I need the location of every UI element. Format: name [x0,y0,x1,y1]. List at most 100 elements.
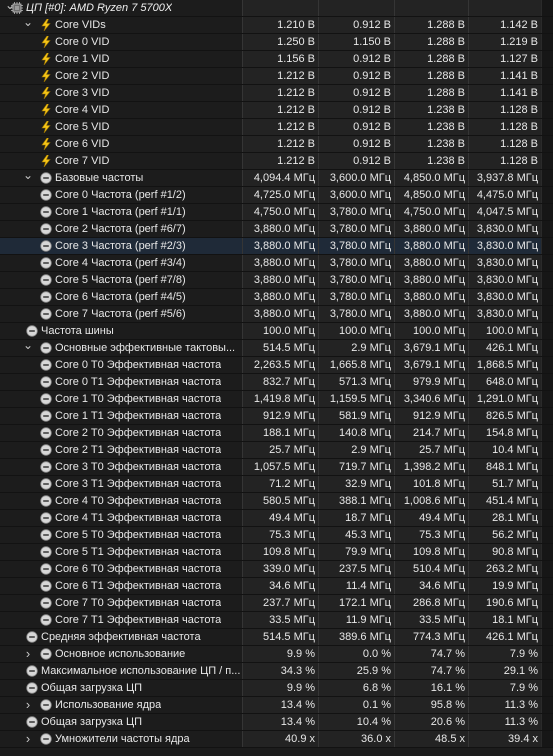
sensor-label: Core 2 Частота (perf #6/7) [55,223,186,235]
sensor-row[interactable]: Core 1 VID 1.156 В 0.912 В 1.288 В 1.127 В [0,51,553,68]
sensor-row[interactable]: Core 4 Частота (perf #3/4) 3,880.0 МГц 3,7… [0,255,553,272]
scroll-gutter [541,340,553,356]
sensor-row[interactable]: › Основное использование 9.9 % 0.0 % 74.7 % 7… [0,646,553,663]
sensor-row[interactable]: Core 3 T1 Эффективная частота 71.2 МГц 32.… [0,476,553,493]
avg-value: 1.127 В [468,51,541,67]
sensor-row[interactable]: Core 1 T1 Эффективная частота 912.9 МГц 58… [0,408,553,425]
sensor-name-cell: Core 2 T1 Эффективная частота [0,442,242,458]
sensor-row[interactable]: Core 0 Частота (perf #1/2) 4,725.0 МГц 3,6… [0,187,553,204]
sensor-clock-icon [40,495,52,507]
chevron-down-icon[interactable]: ⌄ [22,340,34,356]
scroll-gutter [541,306,553,322]
sensor-row[interactable]: Core 7 T1 Эффективная частота 33.5 МГц 11.… [0,612,553,629]
scroll-gutter [541,629,553,645]
sensor-row[interactable]: Core 5 T0 Эффективная частота 75.3 МГц 45.… [0,527,553,544]
min-value: 0.912 В [318,68,394,84]
sensor-row[interactable]: Core 4 T1 Эффективная частота 49.4 МГц 18.… [0,510,553,527]
scroll-gutter [541,442,553,458]
sensor-row[interactable]: Core 1 T0 Эффективная частота 1,419.8 МГц… [0,391,553,408]
sensor-row[interactable]: Core 3 VID 1.212 В 0.912 В 1.288 В 1.141 В [0,85,553,102]
max-value: 74.7 % [394,646,468,662]
current-value: 514.5 МГц [242,629,318,645]
sensor-row[interactable]: Core 0 T1 Эффективная частота 832.7 МГц 57… [0,374,553,391]
scroll-gutter [541,561,553,577]
sensor-name-cell: Core 5 Частота (perf #7/8) [0,272,242,288]
sensor-name-cell: Core 3 T0 Эффективная частота [0,459,242,475]
sensor-row[interactable]: Core 5 T1 Эффективная частота 109.8 МГц 79… [0,544,553,561]
sensor-row[interactable]: Core 2 VID 1.212 В 0.912 В 1.288 В 1.141 В [0,68,553,85]
sensor-row[interactable]: Core 7 VID 1.212 В 0.912 В 1.238 В 1.128 В [0,153,553,170]
chevron-right-icon[interactable]: › [22,731,34,747]
min-value: 32.9 МГц [318,476,394,492]
sensor-row[interactable]: Core 4 T0 Эффективная частота 580.5 МГц 38… [0,493,553,510]
sensor-label: Основное использование [55,648,186,660]
sensor-row[interactable]: Core 7 Частота (perf #5/6) 3,880.0 МГц 3,7… [0,306,553,323]
sensor-row[interactable]: Core 0 VID 1.250 В 1.150 В 1.288 В 1.219 В [0,34,553,51]
min-value: 3,780.0 МГц [318,289,394,305]
sensor-name-cell: Core 5 T0 Эффективная частота [0,527,242,543]
sensor-row[interactable]: Core 6 T1 Эффективная частота 34.6 МГц 11.… [0,578,553,595]
min-value: 79.9 МГц [318,544,394,560]
sensor-clock-icon [40,206,52,218]
sensor-row[interactable]: Core 3 Частота (perf #2/3) 3,880.0 МГц 3,7… [0,238,553,255]
chevron-right-icon[interactable]: › [22,646,34,662]
scroll-gutter [541,289,553,305]
sensor-row[interactable]: Общая загрузка ЦП 13.4 % 10.4 % 20.6 % 11.3 … [0,714,553,731]
sensor-row[interactable]: Core 5 Частота (perf #7/8) 3,880.0 МГц 3,7… [0,272,553,289]
min-value: 45.3 МГц [318,527,394,543]
sensor-clock-icon [40,359,52,371]
max-value: 3,679.1 МГц [394,340,468,356]
current-value: 4,094.4 МГц [242,170,318,186]
sensor-row[interactable]: Максимальное использование ЦП / п... 34.3… [0,663,553,680]
max-value: 20.6 % [394,714,468,730]
sensor-row[interactable]: Core 6 VID 1.212 В 0.912 В 1.238 В 1.128 В [0,136,553,153]
min-value: 3,600.0 МГц [318,187,394,203]
sensor-row[interactable]: Core 2 T1 Эффективная частота 25.7 МГц 2.9… [0,442,553,459]
sensor-clock-icon [40,597,52,609]
sensor-row[interactable]: Core 1 Частота (perf #1/1) 4,750.0 МГц 3,7… [0,204,553,221]
sensor-row[interactable]: Core 3 T0 Эффективная частота 1,057.5 МГц… [0,459,553,476]
min-value: 389.6 МГц [318,629,394,645]
voltage-bolt-icon [40,121,52,133]
sensor-name-cell: Core 1 VID [0,51,242,67]
sensor-row[interactable]: Core 6 T0 Эффективная частота 339.0 МГц 23… [0,561,553,578]
chevron-right-icon[interactable]: › [22,697,34,713]
sensor-row[interactable]: Общая загрузка ЦП 9.9 % 6.8 % 16.1 % 7.9 % [0,680,553,697]
sensor-row[interactable]: › Использование ядра 13.4 % 0.1 % 95.8 % 11.3… [0,697,553,714]
scroll-gutter [541,476,553,492]
min-value: 0.0 % [318,646,394,662]
sensor-name-cell: Общая загрузка ЦП [0,680,242,696]
sensor-row[interactable]: Core 4 VID 1.212 В 0.912 В 1.238 В 1.128 В [0,102,553,119]
sensor-row[interactable]: ⌄ Основные эффективные тактовы... 514.5 МГ… [0,340,553,357]
sensor-row[interactable]: › Умножители частоты ядра 40.9 x 36.0 x 48.5… [0,731,553,748]
sensor-row[interactable]: Core 0 T0 Эффективная частота 2,263.5 МГц… [0,357,553,374]
voltage-bolt-icon [40,138,52,150]
avg-value: 426.1 МГц [468,629,541,645]
sensor-row[interactable]: ⌄ Core VIDs 1.210 В 0.912 В 1.288 В 1.142 В [0,17,553,34]
scroll-gutter [541,663,553,679]
sensor-row[interactable]: Core 6 Частота (perf #4/5) 3,880.0 МГц 3,7… [0,289,553,306]
sensor-row[interactable]: Core 2 Частота (perf #6/7) 3,880.0 МГц 3,7… [0,221,553,238]
min-value: 0.1 % [318,697,394,713]
current-value: 514.5 МГц [242,340,318,356]
avg-value: 1.128 В [468,153,541,169]
sensor-row[interactable]: Core 5 VID 1.212 В 0.912 В 1.238 В 1.128 В [0,119,553,136]
min-value: 3,600.0 МГц [318,170,394,186]
sensor-clock-icon [40,614,52,626]
sensor-tree[interactable]: ⌄ ЦП [#0]: AMD Ryzen 7 5700X ⌄ Core VIDs 1.2… [0,0,553,748]
sensor-clock-icon [40,223,52,235]
max-value: 100.0 МГц [394,323,468,339]
sensor-row[interactable]: Core 7 T0 Эффективная частота 237.7 МГц 17… [0,595,553,612]
sensor-row[interactable]: Средняя эффективная частота 514.5 МГц 389.… [0,629,553,646]
voltage-bolt-icon [40,36,52,48]
tree-group-header[interactable]: ⌄ ЦП [#0]: AMD Ryzen 7 5700X [0,0,553,17]
sensor-row[interactable]: ⌄ Базовые частоты 4,094.4 МГц 3,600.0 МГц 4,… [0,170,553,187]
chevron-down-icon[interactable]: ⌄ [22,17,34,33]
scroll-gutter [541,544,553,560]
sensor-row[interactable]: Core 2 T0 Эффективная частота 188.1 МГц 14… [0,425,553,442]
sensor-row[interactable]: Частота шины 100.0 МГц 100.0 МГц 100.0 МГц 1… [0,323,553,340]
sensor-name-cell: Core 0 T1 Эффективная частота [0,374,242,390]
chevron-down-icon[interactable]: ⌄ [22,170,34,186]
current-value: 339.0 МГц [242,561,318,577]
current-value: 71.2 МГц [242,476,318,492]
